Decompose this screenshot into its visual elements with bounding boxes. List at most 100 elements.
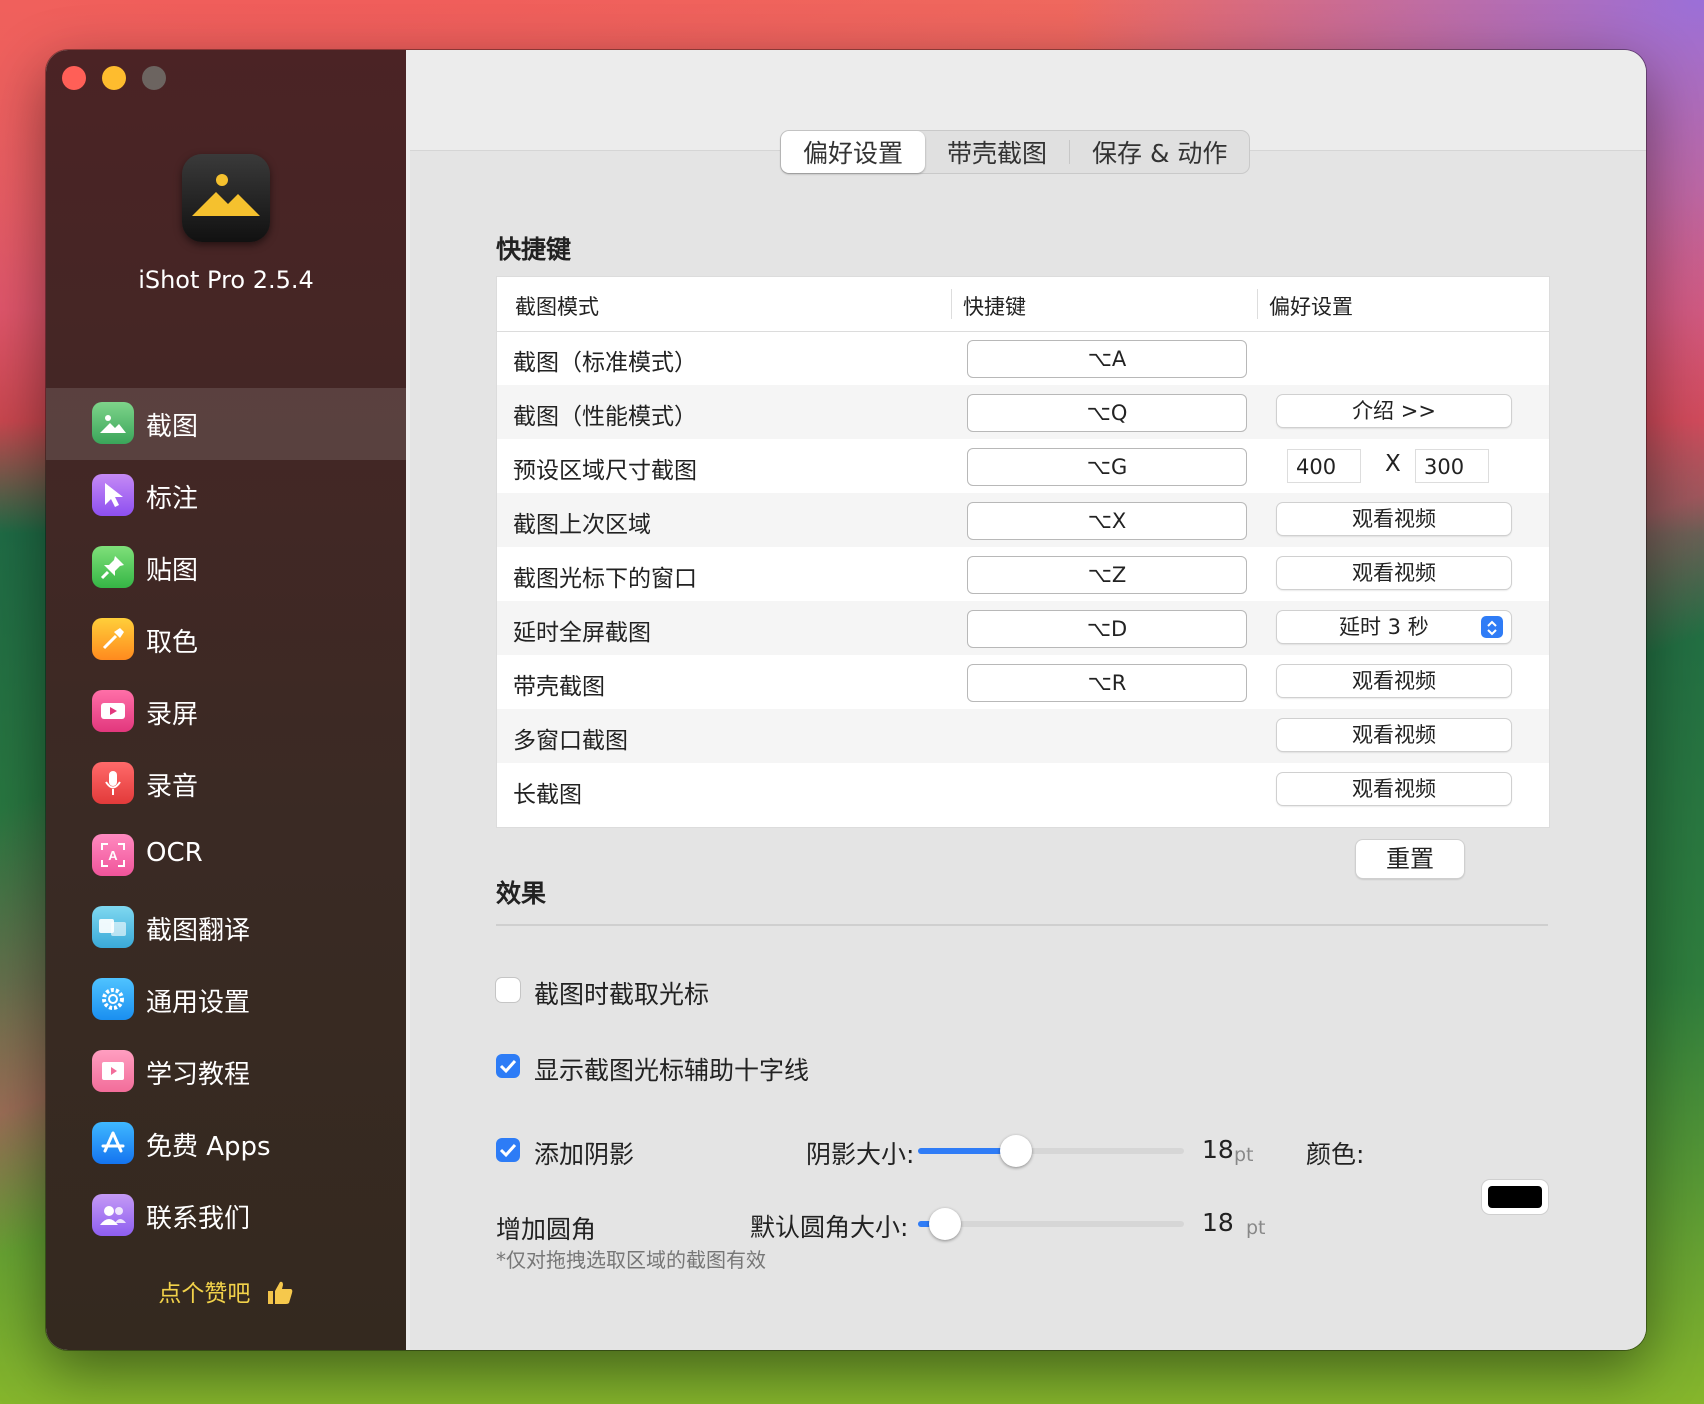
shortcut-recorder[interactable]: ⌥Z	[967, 556, 1247, 594]
corner-size-slider[interactable]	[918, 1208, 1184, 1240]
tab-save-actions[interactable]: 保存 & 动作	[1070, 131, 1249, 173]
gear-icon	[92, 978, 134, 1020]
shadow-color-label: 颜色:	[1306, 1140, 1365, 1169]
sidebar-item-screen-record[interactable]: 录屏	[46, 676, 406, 748]
shortcut-recorder[interactable]: ⌥G	[967, 448, 1247, 486]
effects-section-title: 效果	[496, 879, 547, 908]
section-divider	[496, 924, 1548, 926]
column-separator	[1257, 289, 1258, 319]
sidebar-item-annotate[interactable]: 标注	[46, 460, 406, 532]
crosshair-checkbox[interactable]	[496, 1054, 520, 1078]
annotate-icon	[92, 474, 134, 516]
sidebar-item-microphone[interactable]: 录音	[46, 748, 406, 820]
color-picker-icon	[92, 618, 134, 660]
table-row: 截图上次区域 ⌥X 观看视频	[497, 493, 1549, 547]
mode-label: 截图光标下的窗口	[513, 566, 697, 592]
sidebar-item-translate[interactable]: 截图翻译	[46, 892, 406, 964]
sidebar-item-label: 录屏	[146, 700, 199, 730]
sidebar-item-label: 截图	[146, 412, 199, 442]
slider-knob[interactable]	[1000, 1135, 1032, 1167]
slider-knob[interactable]	[929, 1208, 961, 1240]
sidebar-item-label: 取色	[146, 628, 199, 658]
watch-video-button[interactable]: 观看视频	[1277, 665, 1511, 697]
sidebar-item-label: 截图翻译	[146, 916, 251, 946]
delay-select-value: 延时 3 秒	[1339, 615, 1429, 639]
ocr-icon: A	[92, 834, 134, 876]
translate-icon	[92, 906, 134, 948]
zoom-window-button[interactable]	[142, 66, 166, 90]
close-window-button[interactable]	[62, 66, 86, 90]
microphone-icon	[92, 762, 134, 804]
capture-cursor-checkbox[interactable]	[496, 978, 520, 1002]
table-row: 长截图 观看视频	[497, 763, 1549, 817]
sidebar-item-color-picker[interactable]: 取色	[46, 604, 406, 676]
table-row: 截图光标下的窗口 ⌥Z 观看视频	[497, 547, 1549, 601]
like-link[interactable]: 点个赞吧	[46, 1274, 406, 1308]
sidebar-item-tutorial[interactable]: 学习教程	[46, 1036, 406, 1108]
intro-button[interactable]: 介绍 >>	[1277, 395, 1511, 427]
app-window: iShot Pro 2.5.4 截图 标注 贴图 取色 录屏 录音 A OCR …	[46, 50, 1646, 1350]
sidebar-item-label: 联系我们	[146, 1204, 251, 1234]
corner-size-unit: pt	[1246, 1217, 1266, 1239]
corner-size-label: 默认圆角大小:	[750, 1213, 909, 1242]
table-row: 带壳截图 ⌥R 观看视频	[497, 655, 1549, 709]
shortcut-recorder[interactable]: ⌥A	[967, 340, 1247, 378]
tab-preferences[interactable]: 偏好设置	[781, 131, 926, 173]
sidebar-item-label: 贴图	[146, 556, 199, 586]
shadow-color-well[interactable]	[1482, 1180, 1548, 1214]
sidebar-item-contact[interactable]: 联系我们	[46, 1180, 406, 1252]
sidebar-item-label: OCR	[146, 838, 203, 868]
preset-width-input[interactable]: 400	[1287, 449, 1361, 483]
main-content: 偏好设置 带壳截图 保存 & 动作 快捷键 截图模式 快捷键 偏好设置 截图（标…	[406, 50, 1646, 1350]
table-row: 截图（性能模式） ⌥Q 介绍 >>	[497, 385, 1549, 439]
shadow-size-slider[interactable]	[918, 1135, 1184, 1167]
shortcut-recorder[interactable]: ⌥D	[967, 610, 1247, 648]
sidebar-item-screenshot[interactable]: 截图	[46, 388, 406, 460]
watch-video-button[interactable]: 观看视频	[1277, 503, 1511, 535]
sidebar-item-general-settings[interactable]: 通用设置	[46, 964, 406, 1036]
reset-button[interactable]: 重置	[1356, 840, 1464, 878]
shortcuts-section-title: 快捷键	[496, 235, 572, 264]
column-separator	[951, 289, 952, 319]
table-row: 截图（标准模式） ⌥A	[497, 331, 1549, 385]
app-logo-icon	[182, 154, 270, 242]
shadow-checkbox[interactable]	[496, 1138, 520, 1162]
color-swatch	[1488, 1186, 1542, 1208]
column-header-mode: 截图模式	[515, 295, 599, 319]
screenshot-icon	[92, 402, 134, 444]
pin-icon	[92, 546, 134, 588]
delay-select[interactable]: 延时 3 秒	[1277, 611, 1511, 643]
like-label: 点个赞吧	[158, 1281, 251, 1307]
preset-height-input[interactable]: 300	[1415, 449, 1489, 483]
mode-label: 延时全屏截图	[513, 620, 651, 646]
watch-video-button[interactable]: 观看视频	[1277, 719, 1511, 751]
minimize-window-button[interactable]	[102, 66, 126, 90]
shortcut-recorder[interactable]: ⌥Q	[967, 394, 1247, 432]
chevron-updown-icon	[1481, 616, 1503, 638]
table-header: 截图模式 快捷键 偏好设置	[497, 277, 1549, 332]
tab-shell-screenshot[interactable]: 带壳截图	[925, 131, 1069, 173]
watch-video-button[interactable]: 观看视频	[1277, 557, 1511, 589]
sidebar-item-pin[interactable]: 贴图	[46, 532, 406, 604]
sidebar: iShot Pro 2.5.4 截图 标注 贴图 取色 录屏 录音 A OCR …	[46, 50, 406, 1350]
watch-video-button[interactable]: 观看视频	[1277, 773, 1511, 805]
mode-label: 截图（性能模式）	[513, 404, 697, 430]
sidebar-item-label: 免费 Apps	[146, 1132, 271, 1162]
tutorial-icon	[92, 1050, 134, 1092]
shadow-size-label: 阴影大小:	[806, 1140, 915, 1169]
shadow-label: 添加阴影	[534, 1140, 635, 1169]
corner-label: 增加圆角	[496, 1215, 597, 1244]
corner-note: *仅对拖拽选取区域的截图有效	[496, 1248, 766, 1272]
checkmark-icon	[499, 1143, 517, 1158]
shortcut-recorder[interactable]: ⌥X	[967, 502, 1247, 540]
table-row: 多窗口截图 观看视频	[497, 709, 1549, 763]
app-store-icon	[92, 1122, 134, 1164]
shortcut-recorder[interactable]: ⌥R	[967, 664, 1247, 702]
shadow-size-unit: pt	[1234, 1144, 1254, 1166]
checkmark-icon	[499, 1059, 517, 1074]
sidebar-item-ocr[interactable]: A OCR	[46, 820, 406, 892]
tab-bar: 偏好设置 带壳截图 保存 & 动作	[780, 130, 1251, 174]
sidebar-item-free-apps[interactable]: 免费 Apps	[46, 1108, 406, 1180]
sidebar-item-label: 标注	[146, 484, 199, 514]
mode-label: 预设区域尺寸截图	[513, 458, 697, 484]
